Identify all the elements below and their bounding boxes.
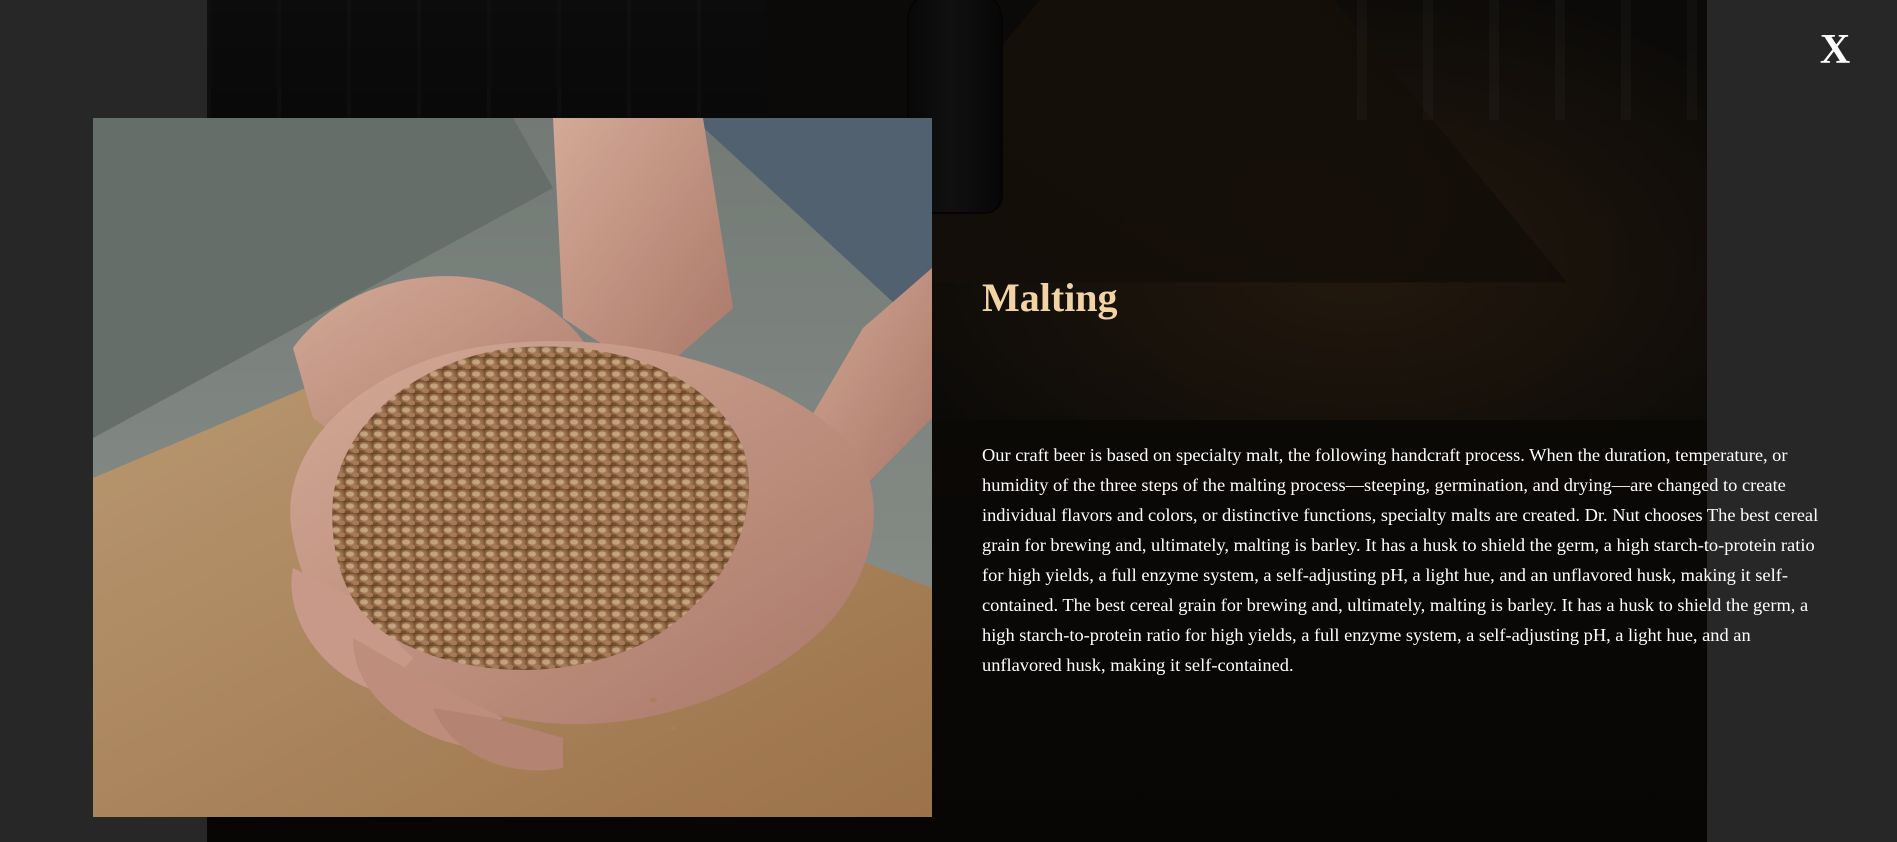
hands-holding-grains-image <box>93 118 932 817</box>
section-title: Malting <box>982 275 1118 320</box>
right-gutter <box>1707 0 1897 842</box>
malt-photo <box>93 118 932 817</box>
section-description: Our craft beer is based on specialty mal… <box>982 445 1819 675</box>
close-button[interactable]: X <box>1818 29 1852 71</box>
modal-overlay: X Malting Our craft beer is based on spe… <box>0 0 1897 842</box>
